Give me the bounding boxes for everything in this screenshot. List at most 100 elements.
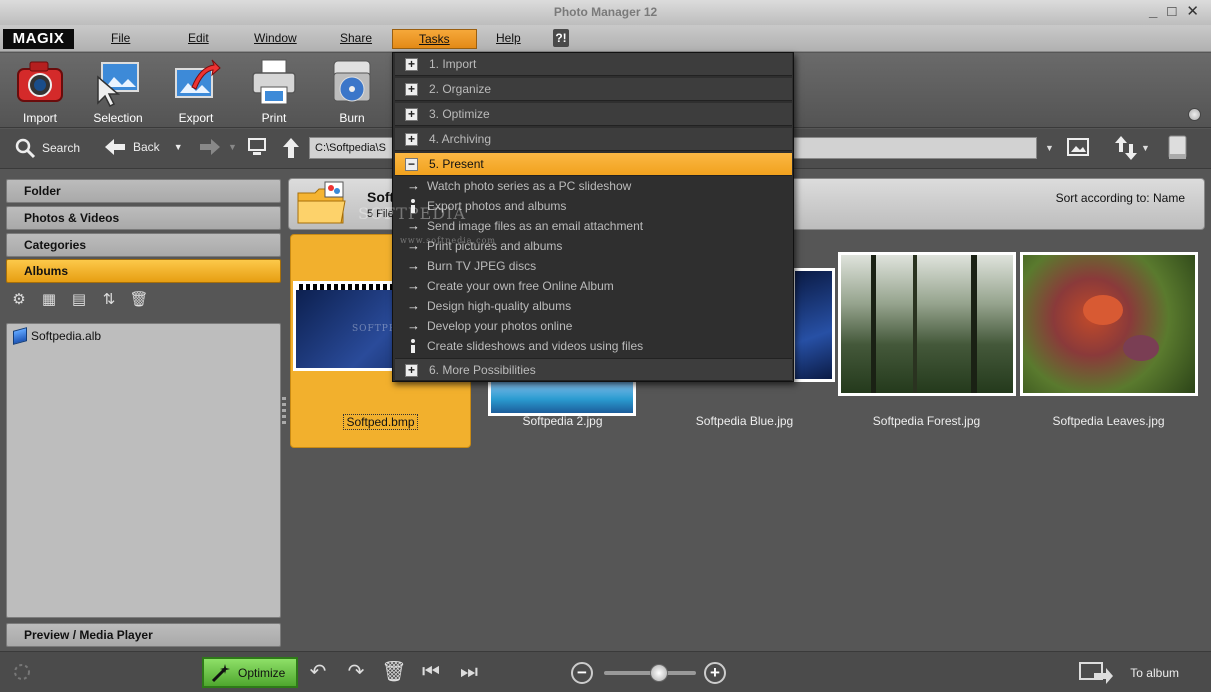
menu-bar: MAGIX File Edit Window Share Tasks Help … xyxy=(0,25,1211,52)
task-item-label: Burn TV JPEG discs xyxy=(427,259,537,273)
context-help-icon[interactable]: ?! xyxy=(553,29,569,47)
zoom-slider-knob[interactable] xyxy=(650,664,668,682)
tree-trunk-decoration xyxy=(913,255,917,393)
export-label: Export xyxy=(178,111,214,125)
delete-trash-icon[interactable]: 🗑 xyxy=(128,289,150,311)
thumbnail-card[interactable]: Softpedia Forest.jpg xyxy=(836,234,1017,448)
thumbnail-image xyxy=(838,252,1016,396)
forward-button[interactable]: ▼ xyxy=(198,137,237,157)
menu-file[interactable]: File xyxy=(111,29,130,49)
task-item-label: Watch photo series as a PC slideshow xyxy=(427,179,632,193)
to-album-label[interactable]: To album xyxy=(1130,666,1179,680)
view-mode-icon[interactable] xyxy=(1066,136,1090,160)
task-item-label: Create your own free Online Album xyxy=(427,279,614,293)
print-label: Print xyxy=(261,111,287,125)
trash-icon[interactable]: 🗑 xyxy=(381,660,407,684)
arrow-right-icon: → xyxy=(407,278,420,293)
book-icon[interactable] xyxy=(1166,134,1190,162)
arrow-right-icon: → xyxy=(407,298,420,313)
thumbnail-label: Softpedia Leaves.jpg xyxy=(1052,414,1165,428)
magix-logo: MAGIX xyxy=(3,29,74,49)
selection-button[interactable]: Selection xyxy=(88,57,148,125)
task-item-label: Create slideshows and videos using files xyxy=(427,339,644,353)
window-controls: _ □ ✕ xyxy=(1149,2,1199,22)
up-folder-button[interactable] xyxy=(281,137,301,159)
task-section-optimize[interactable]: +3. Optimize xyxy=(395,103,792,126)
task-item[interactable]: Create slideshows and videos using files xyxy=(395,336,792,356)
photos-videos-tab[interactable]: Photos & Videos xyxy=(6,206,281,230)
zoom-in-icon[interactable]: + xyxy=(704,662,726,684)
settings-gear-icon[interactable]: ⚙ xyxy=(8,289,30,311)
to-album-icon[interactable] xyxy=(1078,659,1114,687)
info-icon xyxy=(411,339,415,353)
menu-share[interactable]: Share xyxy=(340,29,372,49)
thumbnail-card[interactable]: Softpedia Leaves.jpg xyxy=(1018,234,1199,448)
left-panel: Folder Photos & Videos Categories Albums… xyxy=(0,170,287,650)
next-icon[interactable]: ⏭ xyxy=(456,660,482,684)
preview-media-player-tab[interactable]: Preview / Media Player xyxy=(6,623,281,647)
task-section-import[interactable]: +1. Import xyxy=(395,53,792,76)
categories-tab[interactable]: Categories xyxy=(6,233,281,257)
softpedia-watermark: SOFTPEDIA xyxy=(358,204,466,223)
leaf-decoration xyxy=(1083,295,1123,325)
task-section-archiving[interactable]: +4. Archiving xyxy=(395,128,792,151)
computer-button[interactable] xyxy=(246,137,268,157)
redo-icon[interactable]: ↷ xyxy=(343,660,369,684)
print-button[interactable]: Print xyxy=(244,57,304,125)
task-item[interactable]: → Create your own free Online Album xyxy=(395,276,792,296)
up-arrow-icon xyxy=(283,138,299,158)
back-dropdown-icon[interactable]: ▼ xyxy=(174,142,183,152)
expand-plus-icon: + xyxy=(405,58,418,71)
task-item[interactable]: → Develop your photos online xyxy=(395,316,792,336)
computer-icon xyxy=(248,138,266,155)
task-section-more[interactable]: +6. More Possibilities xyxy=(395,358,792,381)
album-toolbar: ⚙ ▦ ▤ ⇅ 🗑 xyxy=(8,289,150,311)
folder-tab[interactable]: Folder xyxy=(6,179,281,203)
sort-arrows-icon[interactable] xyxy=(1113,134,1139,162)
back-button[interactable]: Back ▼ xyxy=(103,137,183,157)
burn-button[interactable]: Burn xyxy=(322,57,382,125)
new-folder-icon[interactable]: ▦ xyxy=(38,289,60,311)
search-button[interactable]: Search xyxy=(14,137,80,159)
task-item[interactable]: → Burn TV JPEG discs xyxy=(395,256,792,276)
menu-help[interactable]: Help xyxy=(496,29,521,49)
menu-window[interactable]: Window xyxy=(254,29,297,49)
undo-icon[interactable]: ↶ xyxy=(305,660,331,684)
save-album-icon[interactable]: ▤ xyxy=(68,289,90,311)
thumbnail-image xyxy=(1020,252,1198,396)
thumbnail-label: Softpedia 2.jpg xyxy=(522,414,603,428)
previous-icon[interactable]: ⏮ xyxy=(418,660,444,684)
leaf-decoration xyxy=(1123,335,1159,361)
zoom-out-icon[interactable]: − xyxy=(571,662,593,684)
album-book-icon xyxy=(13,327,27,345)
thumbnail-label: Softpedia Blue.jpg xyxy=(695,414,794,428)
import-button[interactable]: Import xyxy=(10,57,70,125)
task-section-label: 4. Archiving xyxy=(429,132,492,146)
camera-icon xyxy=(17,61,63,102)
task-item[interactable]: → Design high-quality albums xyxy=(395,296,792,316)
task-section-label: 2. Organize xyxy=(429,82,492,96)
export-button[interactable]: Export xyxy=(166,57,226,125)
task-item[interactable]: → Watch photo series as a PC slideshow xyxy=(395,176,792,196)
path-dropdown-icon[interactable]: ▼ xyxy=(1045,143,1054,153)
task-item-label: Design high-quality albums xyxy=(427,299,572,313)
sort-icon[interactable]: ⇅ xyxy=(98,289,120,311)
panel-splitter-handle[interactable] xyxy=(282,397,286,427)
close-button[interactable]: ✕ xyxy=(1186,2,1199,22)
forward-dropdown-icon[interactable]: ▼ xyxy=(228,142,237,152)
task-section-present[interactable]: −5. Present xyxy=(395,153,792,176)
expand-plus-icon: + xyxy=(405,133,418,146)
window-title: Photo Manager 12 xyxy=(553,5,658,19)
albums-tab[interactable]: Albums xyxy=(6,259,281,283)
album-item[interactable]: Softpedia.alb xyxy=(13,327,101,345)
menu-tasks[interactable]: Tasks xyxy=(392,29,477,49)
sort-dropdown-icon[interactable]: ▼ xyxy=(1141,143,1150,153)
menu-edit[interactable]: Edit xyxy=(188,29,209,49)
optimize-button[interactable]: Optimize xyxy=(202,657,298,688)
import-label: Import xyxy=(22,111,57,125)
minimize-button[interactable]: _ xyxy=(1149,2,1157,22)
sort-label[interactable]: Sort according to: Name xyxy=(1056,191,1185,205)
task-section-organize[interactable]: +2. Organize xyxy=(395,78,792,101)
disc-burn-icon xyxy=(333,60,371,102)
maximize-button[interactable]: □ xyxy=(1167,2,1176,22)
